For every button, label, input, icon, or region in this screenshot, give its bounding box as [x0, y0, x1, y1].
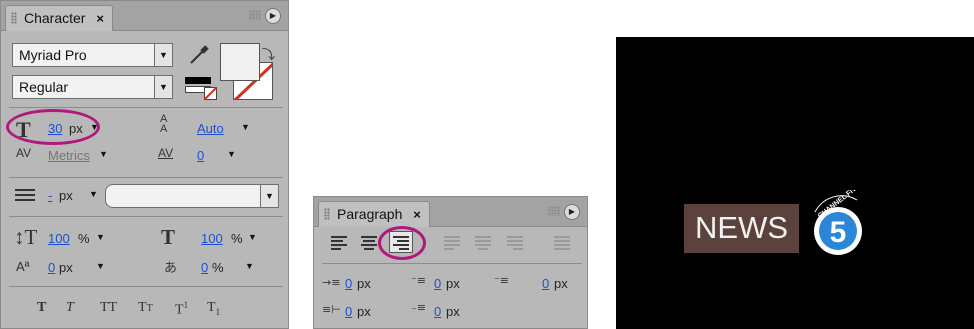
chevron-down-icon[interactable]: ▼ — [154, 44, 172, 66]
composition-preview: NEWS CHANNEL FIVE 5 — [616, 37, 974, 329]
channel-five-logo: CHANNEL FIVE 5 — [814, 190, 862, 255]
font-style-value: Regular — [19, 79, 69, 95]
indent-first-line-value[interactable]: 0 — [434, 276, 441, 291]
divider — [9, 177, 283, 178]
drag-grip-icon[interactable] — [324, 208, 330, 220]
indent-left-unit: px — [357, 276, 371, 291]
news-box: NEWS — [684, 204, 799, 253]
paragraph-panel: Paragraph × ▶ →≡ 0 px ⁻≡ 0 px ⁻≡ 0 px ≡⊢… — [313, 196, 588, 329]
divider — [322, 263, 582, 264]
justify-last-right-icon[interactable] — [507, 236, 527, 252]
indent-first-line-icon: ⁻≡ — [411, 274, 427, 287]
panel-menu-button[interactable]: ▶ — [265, 8, 281, 24]
close-icon[interactable]: × — [413, 207, 421, 222]
leading-icon: AA — [160, 113, 168, 135]
small-caps-button[interactable]: TT — [138, 300, 153, 316]
kerning-dropdown-icon[interactable]: ▼ — [99, 149, 108, 159]
character-panel-tabbar: Character × ▶ — [1, 1, 288, 31]
stroke-width-unit: px — [59, 188, 73, 203]
indent-right-icon: ⁻≡ — [494, 274, 510, 287]
justify-all-icon[interactable] — [554, 236, 574, 252]
vertical-scale-dropdown-icon[interactable]: ▼ — [96, 232, 105, 242]
tab-paragraph-label: Paragraph — [337, 206, 403, 222]
horizontal-scale-unit: % — [231, 231, 243, 246]
horizontal-scale-value[interactable]: 100 — [201, 231, 223, 246]
font-style-dropdown[interactable]: Regular ▼ — [12, 75, 173, 99]
paragraph-panel-tabbar: Paragraph × ▶ — [314, 197, 587, 227]
tsume-icon: あ — [164, 261, 178, 276]
stroke-width-dropdown-icon[interactable]: ▼ — [89, 189, 98, 199]
chevron-down-icon[interactable]: ▼ — [154, 76, 172, 98]
horizontal-scale-dropdown-icon[interactable]: ▼ — [248, 232, 257, 242]
baseline-shift-value[interactable]: 0 — [48, 260, 55, 275]
vertical-scale-icon: ↕T — [14, 225, 38, 249]
horizontal-scale-icon: T — [161, 225, 176, 249]
tsume-unit: % — [212, 260, 224, 275]
news-text: NEWS — [695, 210, 788, 245]
space-after-icon: ₋≡ — [411, 301, 427, 314]
vertical-scale-value[interactable]: 100 — [48, 231, 70, 246]
vertical-scale-unit: % — [78, 231, 90, 246]
space-after-value[interactable]: 0 — [434, 304, 441, 319]
panel-grip-icon — [548, 206, 560, 216]
tsume-dropdown-icon[interactable]: ▼ — [245, 261, 254, 271]
indent-right-unit: px — [554, 276, 568, 291]
superscript-button[interactable]: T1 — [175, 300, 188, 319]
tab-paragraph[interactable]: Paragraph × — [318, 201, 430, 227]
logo-number: 5 — [830, 216, 847, 249]
indent-right-value[interactable]: 0 — [542, 276, 549, 291]
indent-left-value[interactable]: 0 — [345, 276, 352, 291]
close-icon[interactable]: × — [96, 11, 104, 26]
baseline-shift-unit: px — [59, 260, 73, 275]
space-before-unit: px — [357, 304, 371, 319]
space-after-unit: px — [446, 304, 460, 319]
divider — [9, 216, 283, 217]
font-family-dropdown[interactable]: Myriad Pro ▼ — [12, 43, 173, 67]
character-panel: Character × ▶ Myriad Pro ▼ Regular ▼ ⤵ T… — [0, 0, 289, 329]
highlight-ellipse — [6, 109, 100, 145]
highlight-ellipse — [378, 226, 426, 260]
leading-dropdown-icon[interactable]: ▼ — [241, 122, 250, 132]
kerning-icon: AV — [16, 146, 32, 160]
divider — [9, 286, 283, 287]
faux-italic-button[interactable]: T — [66, 300, 74, 316]
indent-left-icon: →≡ — [322, 276, 341, 289]
tracking-value[interactable]: 0 — [197, 148, 204, 163]
justify-last-center-icon[interactable] — [475, 236, 495, 252]
no-color-icon[interactable] — [204, 87, 217, 100]
align-left-icon[interactable] — [331, 236, 351, 252]
divider — [9, 107, 283, 108]
space-before-value[interactable]: 0 — [345, 304, 352, 319]
panel-menu-button[interactable]: ▶ — [564, 204, 580, 220]
justify-last-left-icon[interactable] — [444, 236, 464, 252]
stroke-width-value[interactable]: - — [48, 188, 52, 203]
tsume-value[interactable]: 0 — [201, 260, 208, 275]
tab-character-label: Character — [24, 10, 86, 26]
all-caps-button[interactable]: TT — [100, 300, 117, 316]
indent-first-line-unit: px — [446, 276, 460, 291]
leading-value[interactable]: Auto — [197, 121, 224, 136]
space-before-icon: ≡⊢ — [322, 303, 341, 316]
baseline-shift-dropdown-icon[interactable]: ▼ — [96, 261, 105, 271]
tab-character[interactable]: Character × — [5, 5, 113, 31]
stroke-style-dropdown[interactable]: ▼ — [105, 184, 279, 208]
kerning-value[interactable]: Metrics — [48, 148, 90, 163]
panel-grip-icon — [249, 10, 261, 20]
swap-colors-icon[interactable]: ⤵ — [262, 44, 275, 63]
subscript-button[interactable]: T1 — [207, 300, 220, 317]
eyedropper-icon[interactable] — [187, 43, 211, 67]
stroke-width-icon — [15, 189, 35, 203]
faux-bold-button[interactable]: T — [37, 300, 46, 316]
baseline-shift-icon: Aª — [16, 259, 30, 274]
tracking-icon: AV — [158, 146, 174, 160]
chevron-down-icon[interactable]: ▼ — [260, 185, 278, 207]
drag-grip-icon[interactable] — [11, 12, 17, 24]
fill-color-swatch[interactable] — [220, 43, 260, 81]
tracking-dropdown-icon[interactable]: ▼ — [227, 149, 236, 159]
font-family-value: Myriad Pro — [19, 47, 87, 63]
